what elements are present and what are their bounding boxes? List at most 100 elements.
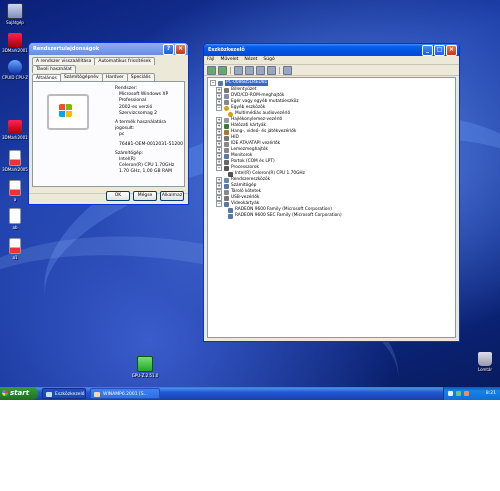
tab-remote[interactable]: Távoli használat bbox=[32, 65, 76, 73]
registered-heading: A termék használatára jogosult: bbox=[115, 120, 184, 132]
tab-row-top: A rendszer visszaállítása Automatikus fr… bbox=[29, 55, 188, 73]
desktop-icon-recycle-bin[interactable]: Lomtár bbox=[472, 352, 498, 372]
port-icon bbox=[224, 160, 229, 165]
3dmark-icon bbox=[8, 33, 22, 47]
desktop-icon-3dmark2001se[interactable]: 3DMark2001SE bbox=[2, 120, 28, 140]
ide-controller-icon bbox=[224, 142, 229, 147]
windows-xp-logo-icon bbox=[47, 94, 89, 130]
computer-line: 1.70 GHz, 1,00 GB RAM bbox=[119, 169, 184, 175]
usb-icon bbox=[224, 196, 229, 201]
sound-icon bbox=[224, 130, 229, 135]
speaker-icon[interactable] bbox=[448, 391, 453, 396]
warning-icon bbox=[228, 112, 233, 117]
tab-hardware[interactable]: Hardver bbox=[102, 73, 128, 81]
taskbar-button[interactable]: WINAMP6.2001 [S... bbox=[90, 388, 160, 399]
network-icon[interactable] bbox=[456, 391, 461, 396]
toolbar bbox=[204, 65, 459, 76]
os-line: Szervizcsomag 2 bbox=[119, 111, 184, 117]
tab-row-bottom: Általános Számítógépnév Hardver Speciáli… bbox=[29, 73, 188, 81]
processor-icon bbox=[228, 172, 233, 177]
dialog-buttons: OK Mégse Alkalmaz bbox=[106, 191, 184, 201]
keyboard-icon bbox=[224, 88, 229, 93]
device-tree: − PC-0086B5D4ED81 +Billentyűzet +DVD/CD-… bbox=[207, 77, 456, 338]
scan-hardware-icon[interactable] bbox=[283, 66, 292, 75]
collapse-icon[interactable]: − bbox=[216, 201, 222, 207]
properties-icon[interactable] bbox=[245, 66, 254, 75]
desktop-icon-my-computer[interactable]: Sajátgép bbox=[2, 3, 28, 25]
device-manager-icon bbox=[46, 392, 52, 397]
desktop-icon-cpuz[interactable]: CPUID CPU-Z bbox=[2, 60, 28, 80]
back-icon[interactable] bbox=[207, 66, 216, 75]
display-adapter-icon bbox=[224, 202, 229, 207]
tab-automatic-updates[interactable]: Automatikus frissítések bbox=[94, 57, 155, 65]
document-icon bbox=[9, 180, 21, 196]
apply-button[interactable]: Alkalmaz bbox=[160, 191, 184, 201]
taskbar-button[interactable]: Eszközkezelő bbox=[42, 388, 86, 399]
menu-view[interactable]: Nézet bbox=[244, 56, 257, 64]
ok-button[interactable]: OK bbox=[106, 191, 130, 201]
start-button[interactable]: start bbox=[0, 387, 38, 400]
document-icon bbox=[9, 238, 21, 254]
collapse-icon[interactable]: − bbox=[210, 80, 216, 86]
desktop-icon-a1[interactable]: a1 bbox=[2, 238, 28, 260]
dvd-drive-icon bbox=[224, 94, 229, 99]
hid-icon bbox=[224, 136, 229, 141]
system-devices-icon bbox=[224, 178, 229, 183]
menu-help[interactable]: Súgó bbox=[263, 56, 274, 64]
computer-icon bbox=[7, 3, 23, 19]
desktop-icon-ab[interactable]: ab bbox=[2, 208, 28, 230]
close-button[interactable]: × bbox=[446, 45, 457, 56]
print-icon[interactable] bbox=[256, 66, 265, 75]
tab-advanced[interactable]: Speciális bbox=[127, 73, 155, 81]
help-button[interactable]: ? bbox=[163, 44, 174, 55]
disk-drive-icon bbox=[224, 148, 229, 153]
system-tray: 8:21 bbox=[443, 387, 500, 400]
tree-view-icon[interactable] bbox=[234, 66, 243, 75]
collapse-icon[interactable]: − bbox=[216, 165, 222, 171]
window-title: Eszközkezelő bbox=[208, 47, 245, 53]
desktop-icon-3dmark2001[interactable]: 3DMark2001 bbox=[2, 33, 28, 53]
minimize-button[interactable]: _ bbox=[422, 45, 433, 56]
maximize-button[interactable]: □ bbox=[434, 45, 445, 56]
collapse-icon[interactable]: − bbox=[216, 105, 222, 111]
clock[interactable]: 8:21 bbox=[486, 387, 496, 400]
display-adapter-icon bbox=[228, 214, 233, 219]
tree-device[interactable]: RADEON 9600 SEC Family (Microsoft Corpor… bbox=[228, 213, 342, 219]
folder-icon bbox=[94, 392, 100, 397]
registered-user: pc bbox=[115, 132, 184, 138]
titlebar[interactable]: Rendszertulajdonságok ? × bbox=[29, 43, 188, 55]
tab-system-restore[interactable]: A rendszer visszaállítása bbox=[32, 57, 95, 65]
gpuz-icon bbox=[137, 356, 153, 372]
forward-icon[interactable] bbox=[218, 66, 227, 75]
computer-icon bbox=[224, 184, 229, 189]
3dmark-icon bbox=[8, 120, 22, 134]
menu-file[interactable]: Fájl bbox=[207, 56, 214, 64]
unknown-device-icon bbox=[224, 106, 229, 111]
desktop-icon-gpuz[interactable]: GPU-Z.2.51.0 bbox=[128, 356, 162, 378]
cancel-button[interactable]: Mégse bbox=[133, 191, 157, 201]
document-icon bbox=[9, 150, 21, 166]
toolbar-separator bbox=[230, 67, 231, 74]
tree-root[interactable]: − PC-0086B5D4ED81 bbox=[210, 80, 268, 86]
toolbar-separator bbox=[279, 67, 280, 74]
tree-root-label: PC-0086B5D4ED81 bbox=[225, 80, 268, 86]
titlebar[interactable]: Eszközkezelő _ □ × bbox=[204, 44, 459, 56]
floppy-controller-icon bbox=[224, 118, 229, 123]
menu-action[interactable]: Művelet bbox=[220, 56, 238, 64]
desktop-icon-a[interactable]: a bbox=[2, 180, 28, 202]
device-manager-window: Eszközkezelő _ □ × Fájl Művelet Nézet Sú… bbox=[203, 43, 460, 342]
network-card-icon bbox=[224, 124, 229, 129]
help-icon[interactable] bbox=[267, 66, 276, 75]
product-id: 76481-OEM-0012031-51200 bbox=[115, 142, 184, 148]
menu-bar: Fájl Művelet Nézet Súgó bbox=[204, 56, 459, 65]
system-info: Rendszer: Microsoft Windows XP Professio… bbox=[115, 86, 184, 176]
tab-computer-name[interactable]: Számítógépnév bbox=[60, 73, 103, 81]
close-button[interactable]: × bbox=[175, 44, 186, 55]
system-properties-window: Rendszertulajdonságok ? × A rendszer vis… bbox=[28, 42, 189, 205]
display-adapter-icon bbox=[228, 208, 233, 213]
tray-app-icon[interactable] bbox=[464, 391, 469, 396]
taskbar: start Eszközkezelő WINAMP6.2001 [S... 8:… bbox=[0, 387, 500, 400]
desktop-icon-3dmark2005[interactable]: 3DMark2005 bbox=[2, 150, 28, 172]
processor-icon bbox=[224, 166, 229, 171]
document-icon bbox=[9, 208, 21, 224]
